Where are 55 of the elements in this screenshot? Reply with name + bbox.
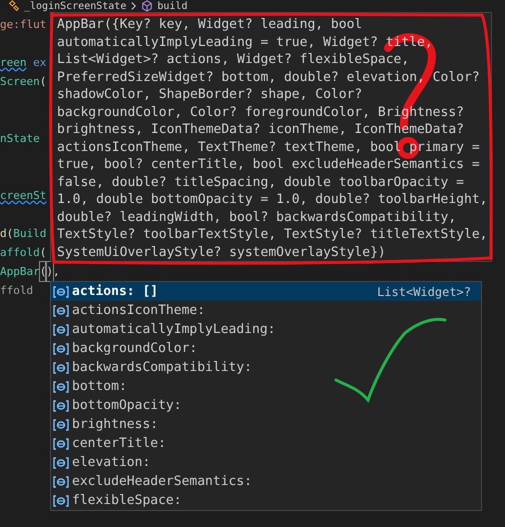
suggestion-label: flexibleSpace: bbox=[72, 492, 182, 510]
signature-text: TextStyle? toolbarTextStyle, TextStyle? titleTextStyle, bbox=[57, 226, 488, 244]
suggestion-item[interactable]: actions: [] List<Widget>? bbox=[51, 282, 481, 301]
suggestion-label: actions: [] bbox=[72, 282, 158, 301]
signature-text: List<Widget>? actions, Widget? flexibleSpace, bbox=[57, 51, 410, 68]
signature-text: AppBar({Key? key, Widget? leading, bool bbox=[57, 16, 362, 34]
suggestion-label: excludeHeaderSemantics: bbox=[72, 472, 252, 491]
suggestion-label: centerTitle: bbox=[72, 434, 166, 453]
suggestion-label: backgroundColor: bbox=[72, 340, 198, 358]
suggestion-item[interactable]: backwardsCompatibility: bbox=[51, 358, 481, 377]
code-token: ge:flut bbox=[0, 17, 46, 33]
breadcrumb-item[interactable]: build bbox=[157, 0, 188, 12]
suggestion-label: brightness: bbox=[72, 416, 158, 434]
suggestion-item[interactable]: actionsIconTheme: bbox=[51, 301, 481, 320]
code-token: nState bbox=[0, 131, 40, 147]
code-token: ( bbox=[40, 74, 46, 90]
signature-text: true, bool? centerTitle, bool excludeHeaderSemantics = bbox=[57, 156, 480, 174]
code-token: Build bbox=[13, 226, 46, 242]
signature-text: PreferredSizeWidget? bottom, double? elevation, Color? bbox=[57, 68, 480, 86]
suggestion-label: actionsIconTheme: bbox=[72, 302, 206, 320]
code-token: ( bbox=[40, 262, 46, 281]
suggestion-label: elevation: bbox=[72, 454, 150, 472]
suggestion-label: bottomOpacity: bbox=[72, 396, 182, 415]
signature-text: false, double? titleSpacing, double toolbarOpacity = bbox=[57, 174, 464, 191]
suggestion-label: automaticallyImplyLeading: bbox=[72, 320, 276, 339]
code-token: ( bbox=[40, 245, 46, 261]
suggestion-item[interactable]: elevation: bbox=[51, 453, 481, 472]
suggestion-label: bottom: bbox=[72, 378, 127, 396]
code-token: Screen bbox=[0, 74, 40, 90]
signature-text: double? leadingWidth, bool? backwardsCompatibility, bbox=[57, 208, 456, 226]
code-token: AppBar bbox=[0, 264, 40, 280]
suggestion-item[interactable]: excludeHeaderSemantics: bbox=[51, 472, 481, 491]
code-token: affold bbox=[0, 245, 40, 261]
signature-text: brightness, IconThemeData? iconTheme, IconThemeData? bbox=[57, 121, 464, 138]
code-token: ) bbox=[46, 262, 53, 281]
breadcrumb-item[interactable]: _loginScreenState bbox=[24, 0, 126, 12]
code-token: ( bbox=[6, 226, 14, 242]
signature-text: shadowColor, ShapeBorder? shape, Color? bbox=[57, 86, 362, 104]
suggestion-item[interactable]: bottomOpacity: bbox=[51, 396, 481, 415]
suggestion-item[interactable]: flexibleSpace: bbox=[51, 491, 481, 510]
code-token: d bbox=[0, 226, 7, 242]
signature-text: SystemUiOverlayStyle? systemOverlayStyle}) bbox=[57, 244, 386, 261]
suggestion-item[interactable]: centerTitle: bbox=[51, 434, 481, 453]
suggestion-label: backwardsCompatibility: bbox=[72, 358, 252, 377]
suggestion-item[interactable]: brightness: bbox=[51, 415, 481, 434]
code-token: ex bbox=[33, 55, 46, 71]
suggestion-item[interactable]: backgroundColor: bbox=[51, 339, 481, 358]
signature-text: 1.0, double bottomOpacity = 1.0, double? toolbarHeight, bbox=[57, 191, 488, 208]
code-token: ffold bbox=[0, 283, 34, 299]
code-token: , bbox=[53, 264, 60, 280]
code-token: creenSt bbox=[0, 188, 46, 204]
suggestion-item[interactable]: bottom: bbox=[51, 377, 481, 396]
code-token: reen bbox=[0, 55, 26, 71]
type-detail: List<Widget>? bbox=[377, 284, 471, 300]
suggestion-item[interactable]: automaticallyImplyLeading: bbox=[51, 320, 481, 339]
